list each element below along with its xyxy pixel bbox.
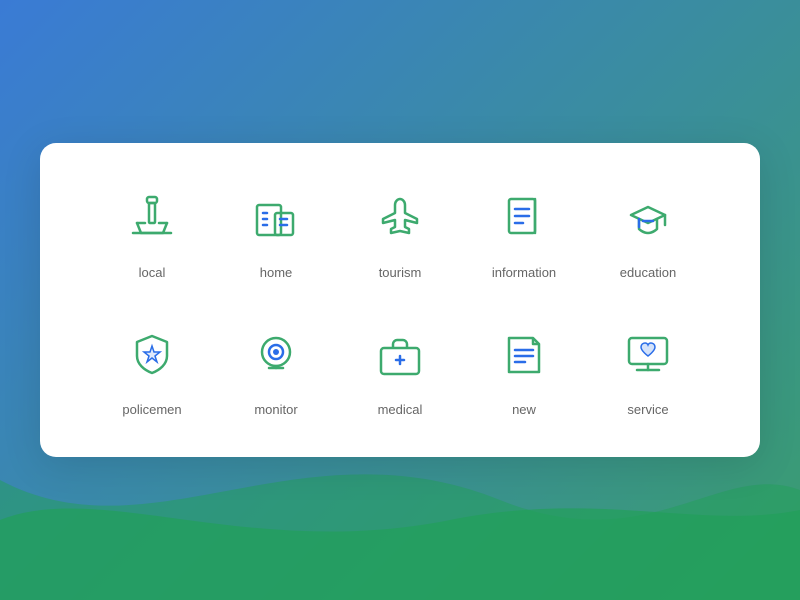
icon-grid: local home: [90, 183, 710, 417]
policemen-icon: [117, 320, 187, 390]
information-label: information: [492, 265, 556, 280]
tourism-label: tourism: [379, 265, 422, 280]
medical-icon: [365, 320, 435, 390]
list-item[interactable]: medical: [338, 320, 462, 417]
new-label: new: [512, 402, 536, 417]
tourism-icon: [365, 183, 435, 253]
list-item[interactable]: local: [90, 183, 214, 280]
new-icon: [489, 320, 559, 390]
monitor-icon: [241, 320, 311, 390]
medical-label: medical: [378, 402, 423, 417]
list-item[interactable]: policemen: [90, 320, 214, 417]
list-item[interactable]: service: [586, 320, 710, 417]
education-icon: [613, 183, 683, 253]
local-label: local: [139, 265, 166, 280]
list-item[interactable]: monitor: [214, 320, 338, 417]
home-label: home: [260, 265, 293, 280]
list-item[interactable]: new: [462, 320, 586, 417]
local-icon: [117, 183, 187, 253]
policemen-label: policemen: [122, 402, 181, 417]
list-item[interactable]: education: [586, 183, 710, 280]
information-icon: [489, 183, 559, 253]
service-icon: [613, 320, 683, 390]
monitor-label: monitor: [254, 402, 297, 417]
list-item[interactable]: information: [462, 183, 586, 280]
service-label: service: [627, 402, 668, 417]
home-icon: [241, 183, 311, 253]
education-label: education: [620, 265, 676, 280]
list-item[interactable]: tourism: [338, 183, 462, 280]
main-card: local home: [40, 143, 760, 457]
list-item[interactable]: home: [214, 183, 338, 280]
